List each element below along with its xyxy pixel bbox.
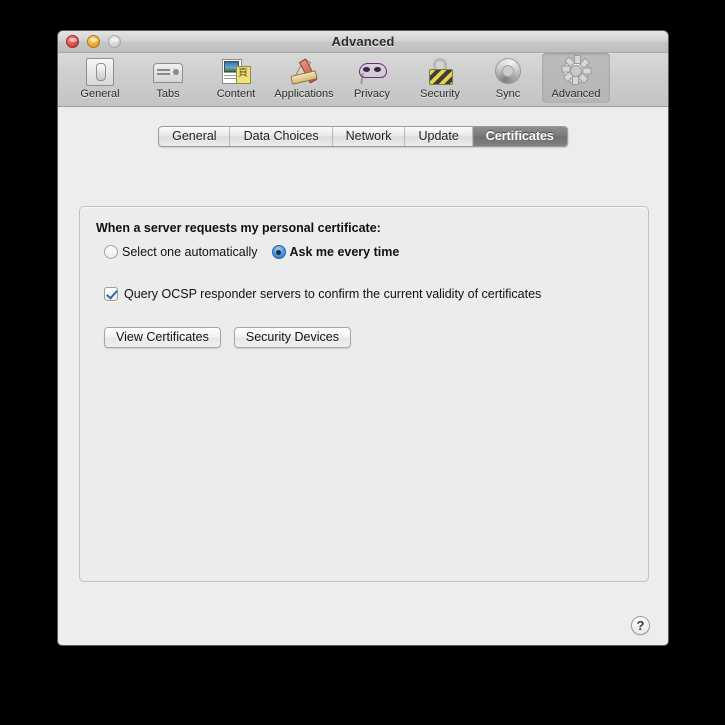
toolbar-label-sync: Sync bbox=[495, 88, 521, 100]
tab-data-choices[interactable]: Data Choices bbox=[231, 127, 333, 146]
radio-label-select-one-automatically[interactable]: Select one automatically bbox=[122, 245, 258, 259]
privacy-mask-icon bbox=[356, 56, 388, 86]
radio-select-one-automatically[interactable] bbox=[104, 245, 118, 259]
tab-network[interactable]: Network bbox=[333, 127, 406, 146]
window-body: General Data Choices Network Update Cert… bbox=[58, 107, 668, 644]
gear-icon bbox=[560, 55, 592, 86]
applications-icon bbox=[288, 56, 320, 86]
security-devices-button[interactable]: Security Devices bbox=[233, 327, 351, 348]
toolbar-item-applications[interactable]: Applications bbox=[270, 53, 338, 103]
personal-certificate-label: When a server requests my personal certi… bbox=[96, 221, 381, 235]
toolbar-label-tabs: Tabs bbox=[156, 88, 180, 100]
advanced-tabbar: General Data Choices Network Update Cert… bbox=[158, 126, 568, 147]
content-icon bbox=[220, 56, 252, 86]
toolbar-label-security: Security bbox=[420, 88, 460, 100]
view-certificates-button[interactable]: View Certificates bbox=[104, 327, 221, 348]
certificate-selection-radiogroup: Select one automatically Ask me every ti… bbox=[104, 245, 632, 259]
toolbar-item-sync[interactable]: Sync bbox=[474, 53, 542, 103]
help-button[interactable]: ? bbox=[631, 616, 650, 635]
toolbar-item-advanced[interactable]: Advanced bbox=[542, 53, 610, 103]
preferences-toolbar: General Tabs Content Applications bbox=[58, 53, 668, 107]
toolbar-item-general[interactable]: General bbox=[66, 53, 134, 103]
preferences-window: Advanced General Tabs Content bbox=[57, 30, 669, 646]
window-title: Advanced bbox=[331, 34, 395, 49]
toolbar-item-content[interactable]: Content bbox=[202, 53, 270, 103]
toolbar-item-privacy[interactable]: Privacy bbox=[338, 53, 406, 103]
tab-update[interactable]: Update bbox=[405, 127, 473, 146]
toolbar-label-applications: Applications bbox=[274, 88, 334, 100]
screen: Advanced General Tabs Content bbox=[0, 0, 725, 725]
window-titlebar[interactable]: Advanced bbox=[58, 31, 668, 53]
toolbar-item-security[interactable]: Security bbox=[406, 53, 474, 103]
general-icon bbox=[84, 56, 116, 86]
toolbar-label-general: General bbox=[80, 88, 120, 100]
radio-ask-me-every-time[interactable] bbox=[271, 245, 286, 259]
tab-certificates[interactable]: Certificates bbox=[472, 127, 567, 146]
radio-label-ask-me-every-time[interactable]: Ask me every time bbox=[290, 245, 400, 259]
ocsp-row: Query OCSP responder servers to confirm … bbox=[104, 287, 632, 301]
ocsp-label[interactable]: Query OCSP responder servers to confirm … bbox=[124, 287, 541, 301]
certificate-buttons: View Certificates Security Devices bbox=[104, 327, 632, 348]
toolbar-label-privacy: Privacy bbox=[353, 88, 391, 100]
toolbar-label-content: Content bbox=[216, 88, 256, 100]
tab-general[interactable]: General bbox=[159, 127, 231, 146]
ocsp-checkbox[interactable] bbox=[104, 287, 118, 301]
certificates-panel: When a server requests my personal certi… bbox=[79, 206, 649, 582]
tabs-icon bbox=[152, 56, 184, 86]
toolbar-label-advanced: Advanced bbox=[551, 88, 601, 100]
sync-arrows-icon bbox=[492, 56, 524, 86]
padlock-icon bbox=[424, 56, 456, 86]
toolbar-item-tabs[interactable]: Tabs bbox=[134, 53, 202, 103]
